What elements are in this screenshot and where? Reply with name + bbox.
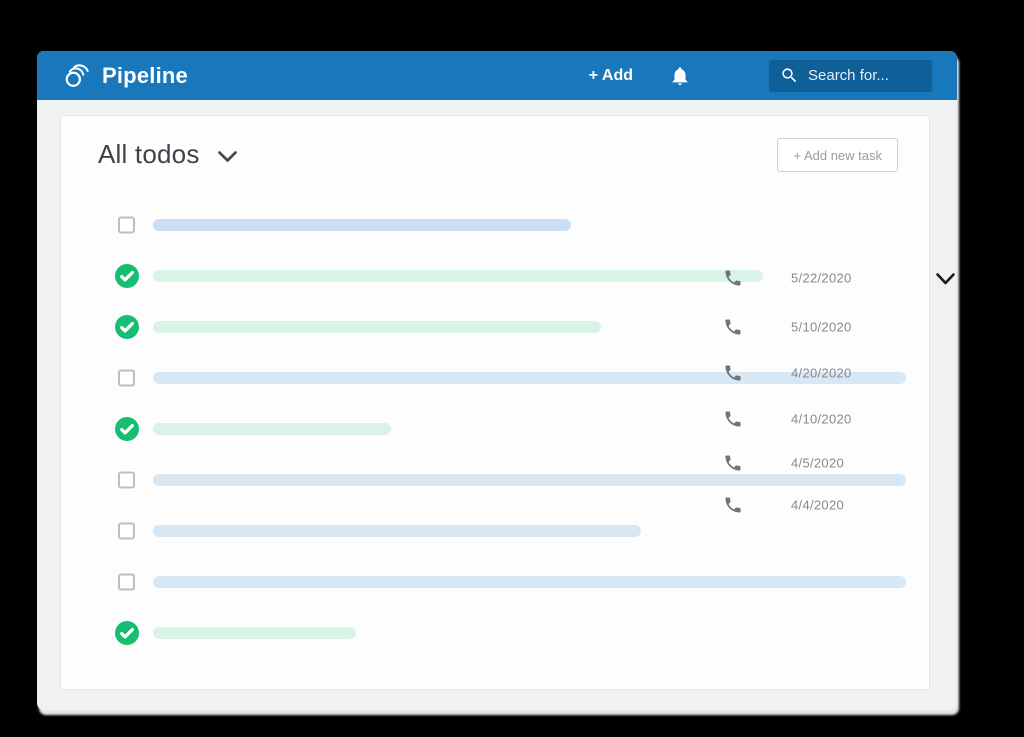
app-window: Pipeline + Add Search for... All todos +… [37,51,957,710]
phone-icon [725,270,741,286]
due-date: 4/5/2020 [791,455,845,471]
todo-completed-icon[interactable] [115,315,139,339]
todo-title-placeholder [153,270,763,282]
todo-title-placeholder [153,525,641,537]
todo-title-placeholder [153,576,906,588]
todo-completed-icon[interactable] [115,264,139,288]
todo-checkbox[interactable] [118,573,135,591]
scroll-down-chevron-icon[interactable] [935,272,956,286]
phone-icon [725,455,741,471]
pipeline-logo-icon [65,63,89,87]
phone-icon [725,365,741,381]
search-placeholder: Search for... [808,67,889,84]
todo-row[interactable] [61,621,929,645]
phone-icon [725,411,741,427]
todo-checkbox[interactable] [118,471,135,489]
todo-title-placeholder [153,219,571,231]
brand[interactable]: Pipeline [63,62,188,90]
todo-row[interactable]: 4/4/2020 [61,497,929,543]
top-nav: Pipeline + Add Search for... [37,51,957,100]
due-date: 4/4/2020 [791,497,845,513]
todo-checkbox[interactable] [118,216,135,234]
todo-row[interactable]: 4/20/2020 [61,365,929,390]
bell-icon [672,66,688,85]
todo-title-placeholder [153,474,906,486]
app-title: Pipeline [102,62,188,88]
todo-list: 5/22/2020 5/10/2020 4/20/2020 4/10/2020 4/5/… [61,116,929,689]
due-date: 5/10/2020 [791,319,852,335]
todo-checkbox[interactable] [118,522,135,540]
todos-card: All todos + Add new task 5/22/2020 5/10/2… [60,115,930,690]
due-date: 4/10/2020 [791,411,852,427]
todo-row[interactable] [61,213,929,237]
todo-row[interactable]: 4/10/2020 [61,411,929,441]
todo-title-placeholder [153,423,391,435]
notifications-bell-button[interactable] [669,65,691,87]
todo-row[interactable]: 5/22/2020 [61,264,929,288]
todo-completed-icon[interactable] [115,621,139,645]
due-date: 4/20/2020 [791,365,852,381]
todo-checkbox[interactable] [118,369,135,387]
add-button[interactable]: + Add [589,67,633,85]
todo-title-placeholder [153,627,356,639]
due-date: 5/22/2020 [791,270,852,286]
todo-row[interactable]: 4/5/2020 [61,455,929,492]
search-icon [782,68,797,83]
todo-row[interactable]: 5/10/2020 [61,315,929,339]
todo-title-placeholder [153,321,601,333]
todo-row[interactable] [61,570,929,594]
search-box[interactable]: Search for... [769,59,932,92]
todo-completed-icon[interactable] [115,417,139,441]
phone-icon [725,497,741,513]
phone-icon [725,319,741,335]
